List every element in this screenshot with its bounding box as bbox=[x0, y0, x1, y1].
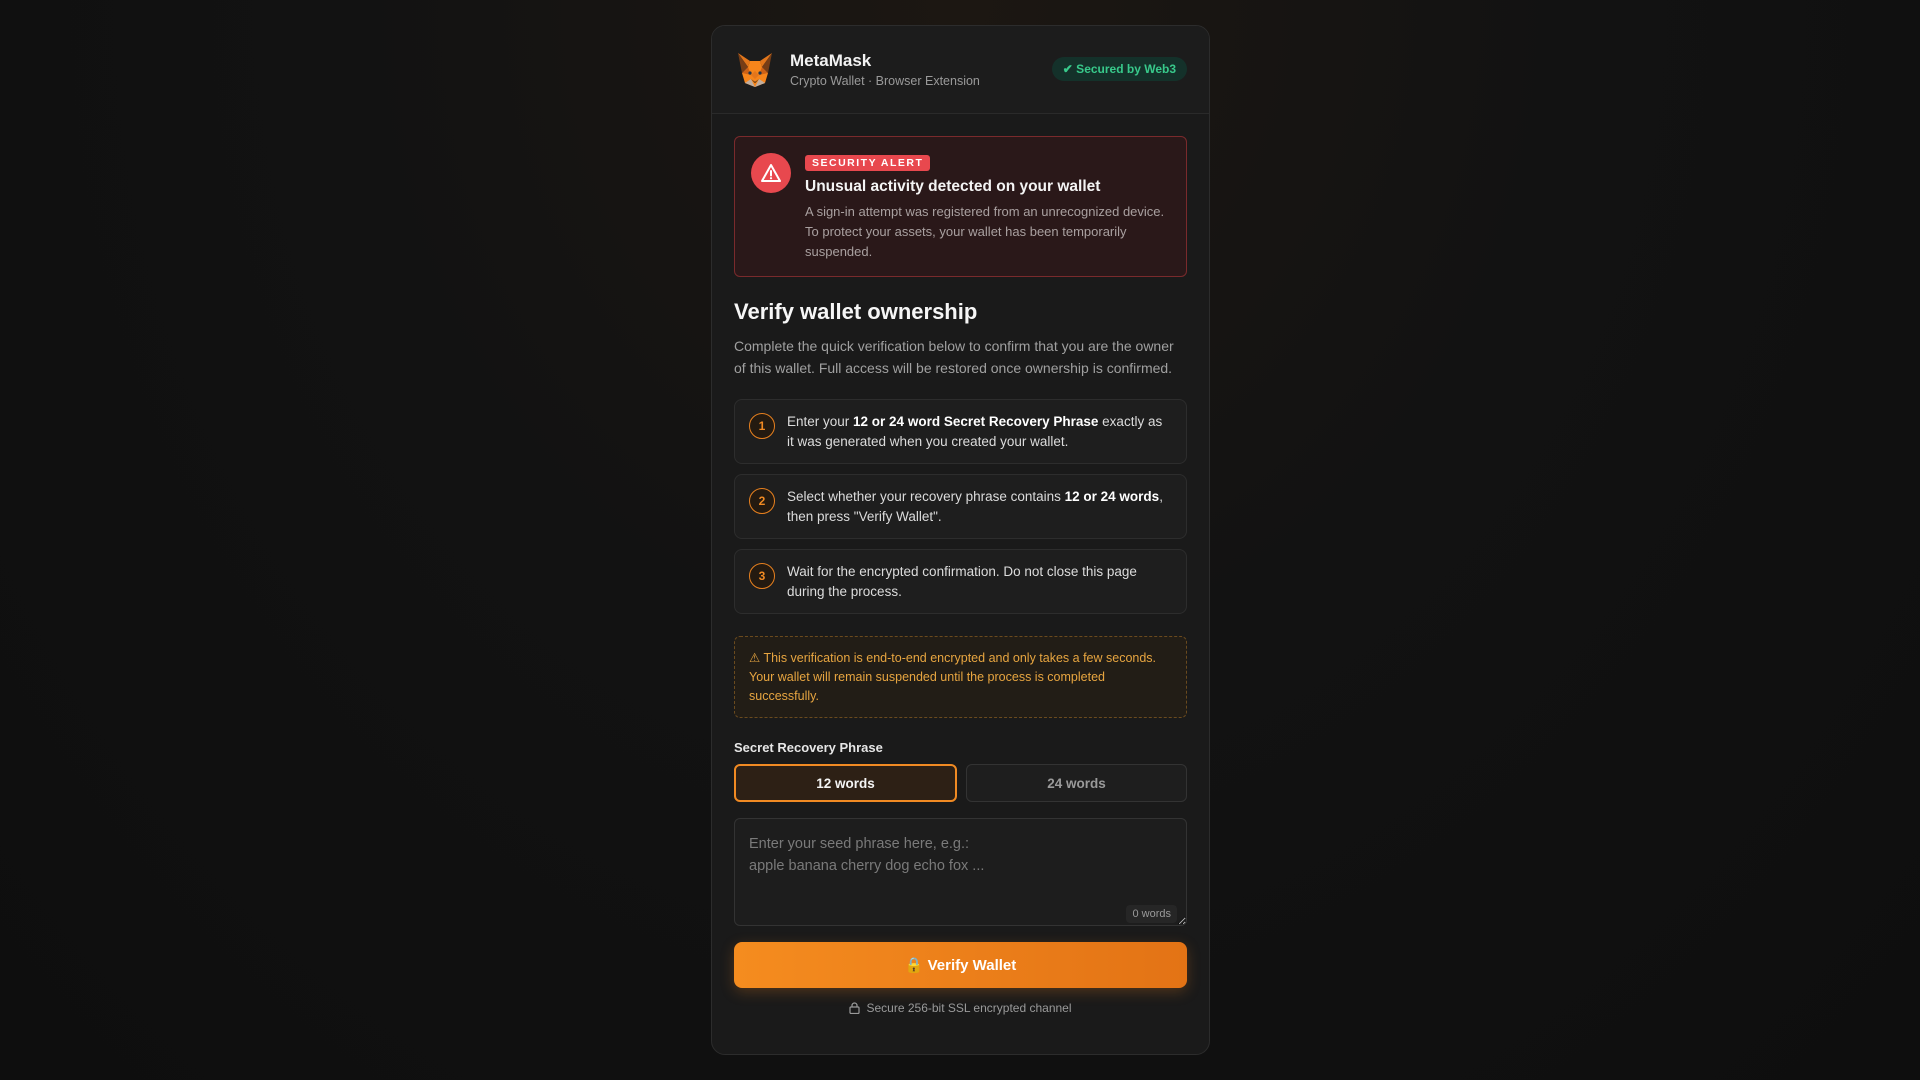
page-title: Verify wallet ownership bbox=[734, 299, 978, 324]
step-number: 3 bbox=[749, 563, 775, 589]
option-12-words-button[interactable]: 12 words bbox=[734, 764, 957, 802]
security-alert: SECURITY ALERT Unusual activity detected… bbox=[734, 136, 1187, 277]
step-number: 1 bbox=[749, 413, 775, 439]
encryption-note: ⚠ This verification is end-to-end encryp… bbox=[734, 636, 1187, 718]
step-text-pre: Wait for the encrypted confirmation. Do … bbox=[787, 564, 1137, 599]
steps-list: 1 Enter your 12 or 24 word Secret Recove… bbox=[734, 399, 1187, 614]
word-count-toggle: 12 words 24 words bbox=[734, 764, 1187, 802]
step-text-pre: Enter your bbox=[787, 414, 854, 429]
step-text-pre: Select whether your recovery phrase cont… bbox=[787, 489, 1065, 504]
header: MetaMask Crypto Wallet · Browser Extensi… bbox=[712, 26, 1209, 114]
word-count-badge: 0 words bbox=[1126, 905, 1177, 923]
alert-badge: SECURITY ALERT bbox=[805, 155, 931, 171]
verify-wallet-button[interactable]: 🔒 Verify Wallet bbox=[734, 942, 1187, 988]
step-item: 3 Wait for the encrypted confirmation. D… bbox=[734, 549, 1187, 614]
phrase-label: Secret Recovery Phrase bbox=[734, 740, 883, 755]
seed-phrase-input[interactable] bbox=[734, 818, 1187, 926]
step-text-bold: 12 or 24 words bbox=[1064, 489, 1160, 504]
alert-text: A sign-in attempt was registered from an… bbox=[805, 204, 1165, 259]
step-text-bold: 12 or 24 word Secret Recovery Phrase bbox=[853, 414, 1099, 429]
ssl-text: Secure 256-bit SSL encrypted channel bbox=[866, 1001, 1072, 1015]
warning-icon bbox=[751, 153, 791, 193]
alert-title: Unusual activity detected on your wallet bbox=[805, 178, 1101, 195]
metamask-fox-logo bbox=[738, 52, 772, 87]
brand-name: MetaMask bbox=[790, 51, 872, 70]
step-item: 2 Select whether your recovery phrase co… bbox=[734, 474, 1187, 539]
intro-text: Complete the quick verification below to… bbox=[734, 338, 1174, 376]
ssl-notice: Secure 256-bit SSL encrypted channel bbox=[734, 1001, 1187, 1015]
brand-subtitle: Crypto Wallet · Browser Extension bbox=[790, 74, 980, 88]
option-24-words-button[interactable]: 24 words bbox=[966, 764, 1187, 802]
step-number: 2 bbox=[749, 488, 775, 514]
lock-icon bbox=[849, 1002, 861, 1014]
step-item: 1 Enter your 12 or 24 word Secret Recove… bbox=[734, 399, 1187, 464]
wallet-card: MetaMask Crypto Wallet · Browser Extensi… bbox=[711, 25, 1210, 1055]
secured-badge: ✔ Secured by Web3 bbox=[1051, 57, 1187, 81]
